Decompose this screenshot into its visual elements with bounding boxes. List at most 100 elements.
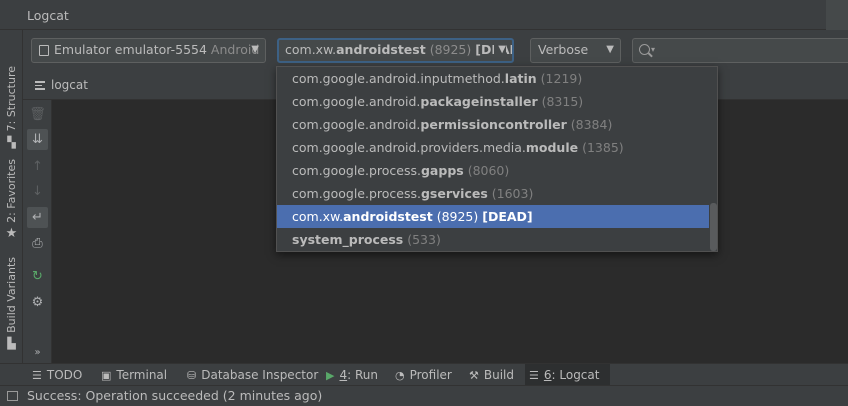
build-icon: ⚒ [469, 369, 479, 382]
process-option[interactable]: com.google.android.inputmethod.latin (12… [277, 67, 709, 90]
device-name: Emulator emulator-5554 [54, 42, 207, 57]
process-option[interactable]: com.google.android.providers.media.modul… [277, 136, 709, 159]
process-selector[interactable]: com.xw.androidstest (8925) [DEAD] ▼ [277, 38, 514, 63]
dropdown-scrollbar-thumb[interactable] [710, 203, 717, 251]
process-option-prefix: com.google.android.inputmethod. [292, 71, 505, 86]
favorites-tab-label: 2: Favorites [5, 158, 18, 223]
process-option-name: system_process [292, 232, 404, 247]
gear-icon: ⚙ [31, 295, 44, 310]
title-bar: Logcat [0, 0, 848, 30]
run-icon: ▶ [326, 369, 335, 382]
search-icon [639, 44, 650, 55]
double-chevron-icon: » [34, 347, 41, 358]
tab-todo[interactable]: ☰ TODO [28, 364, 88, 386]
star-icon: ★ [5, 226, 18, 242]
scroll-to-end-button[interactable]: ⇊ [27, 129, 48, 150]
up-arrow-icon: ↑ [32, 159, 43, 174]
process-option-name: latin [504, 71, 537, 86]
window-title: Logcat [27, 8, 69, 23]
status-panel-icon[interactable] [7, 391, 18, 401]
favorites-tab[interactable]: 2: Favorites ★ [0, 158, 23, 242]
process-option-pid: (1219) [540, 71, 583, 86]
process-option-selected[interactable]: com.xw.androidstest (8925) [DEAD] [277, 205, 709, 228]
tab-run-label: : Run [347, 368, 378, 382]
logcat-toolbar: Emulator emulator-5554 Android ▼ com.xw.… [23, 30, 848, 70]
tab-terminal[interactable]: ▣ Terminal [97, 364, 173, 386]
dropdown-scrollbar[interactable] [709, 67, 717, 251]
process-package-prefix: com.xw. [285, 42, 337, 57]
process-pid: (8925) [429, 42, 472, 57]
down-arrow-icon: ↓ [32, 184, 43, 199]
process-option[interactable]: system_process (533) [277, 228, 709, 251]
build-variants-tab[interactable]: Build Variants ▙ [0, 256, 23, 351]
chevron-down-icon: ▼ [606, 44, 614, 55]
process-option[interactable]: com.google.android.permissioncontroller … [277, 113, 709, 136]
next-occurrence-button[interactable]: ↓ [27, 181, 48, 202]
log-level-value: Verbose [538, 42, 589, 57]
process-option-prefix: com.google.android. [292, 94, 421, 109]
process-option-pid: (8315) [541, 94, 584, 109]
left-tool-strip: 7: Structure ▚ 2: Favorites ★ Build Vari… [0, 30, 23, 363]
tab-terminal-label: Terminal [116, 368, 168, 382]
process-option-pid: (1385) [582, 140, 624, 155]
structure-icon: ▚ [7, 135, 16, 149]
chevron-down-icon: ▼ [494, 40, 506, 60]
tab-database-inspector[interactable]: ⛁ Database Inspector [183, 364, 324, 386]
process-option-name: packageinstaller [420, 94, 538, 109]
process-option[interactable]: com.google.process.gservices (1603) [277, 182, 709, 205]
logcat-tool-column: 🗑 ⇊ ↑ ↓ ↵ ⎙ ↻ ⚙ » [23, 100, 52, 363]
soft-wrap-button[interactable]: ↵ [27, 207, 48, 228]
tab-build[interactable]: ⚒ Build [465, 364, 520, 386]
logcat-lines-icon [35, 79, 45, 92]
process-option-pid: (8384) [570, 117, 613, 132]
restart-button[interactable]: ↻ [27, 266, 48, 287]
previous-occurrence-button[interactable]: ↑ [27, 156, 48, 177]
structure-tab[interactable]: 7: Structure ▚ [0, 60, 23, 155]
build-variants-icon: ▙ [7, 336, 16, 350]
database-icon: ⛁ [187, 369, 197, 382]
status-bar: Success: Operation succeeded (2 minutes … [0, 385, 848, 406]
tab-build-label: Build [483, 368, 514, 382]
logcat-icon: ☰ [529, 369, 539, 382]
print-button[interactable]: ⎙ [27, 233, 48, 254]
settings-button[interactable]: ⚙ [27, 292, 48, 313]
process-option-pid: (8925) [436, 209, 479, 224]
build-variants-tab-label: Build Variants [5, 257, 18, 333]
clear-logcat-button[interactable]: 🗑 [27, 104, 48, 125]
chevron-down-icon: ▼ [251, 44, 259, 55]
search-box[interactable]: ▾ [632, 38, 848, 63]
process-option[interactable]: com.google.process.gapps (8060) [277, 159, 709, 182]
tab-logcat-mnemonic: 6 [543, 368, 552, 382]
search-history-chevron-icon[interactable]: ▾ [651, 45, 655, 54]
print-icon: ⎙ [32, 236, 43, 251]
tab-run[interactable]: ▶ 4: Run [322, 364, 384, 386]
tab-run-mnemonic: 4 [339, 368, 348, 382]
device-icon [39, 45, 49, 56]
profiler-icon: ◔ [395, 369, 405, 382]
soft-wrap-icon: ↵ [32, 210, 43, 225]
log-level-selector[interactable]: Verbose ▼ [530, 38, 621, 63]
process-option-name: androidstest [343, 209, 433, 224]
process-option-prefix: com.google.android.providers.media. [292, 140, 526, 155]
process-option-prefix: com.google.process. [292, 186, 421, 201]
tab-todo-label: TODO [46, 368, 83, 382]
process-option-pid: (8060) [467, 163, 510, 178]
tab-database-inspector-label: Database Inspector [201, 368, 319, 382]
search-input[interactable] [663, 41, 843, 60]
structure-tab-label: 7: Structure [5, 66, 18, 132]
scroll-to-end-icon: ⇊ [32, 132, 43, 147]
device-selector[interactable]: Emulator emulator-5554 Android ▼ [31, 38, 266, 63]
process-option[interactable]: com.google.android.packageinstaller (831… [277, 90, 709, 113]
tab-profiler[interactable]: ◔ Profiler [391, 364, 458, 386]
process-package-name: androidstest [336, 42, 426, 57]
process-option-prefix: com.google.android. [292, 117, 421, 132]
tab-logcat-bottom[interactable]: ☰ 6: Logcat [525, 364, 610, 386]
process-option-name: gservices [420, 186, 488, 201]
process-option-prefix: com.google.process. [292, 163, 421, 178]
more-tools-button[interactable]: » [27, 342, 48, 363]
todo-icon: ☰ [32, 369, 42, 382]
bottom-tool-tabs: ☰ TODO ▣ Terminal ⛁ Database Inspector ▶ 4: … [0, 363, 848, 386]
process-option-status: [DEAD] [482, 209, 533, 224]
process-option-name: module [525, 140, 579, 155]
tab-logcat[interactable]: logcat [35, 78, 88, 92]
